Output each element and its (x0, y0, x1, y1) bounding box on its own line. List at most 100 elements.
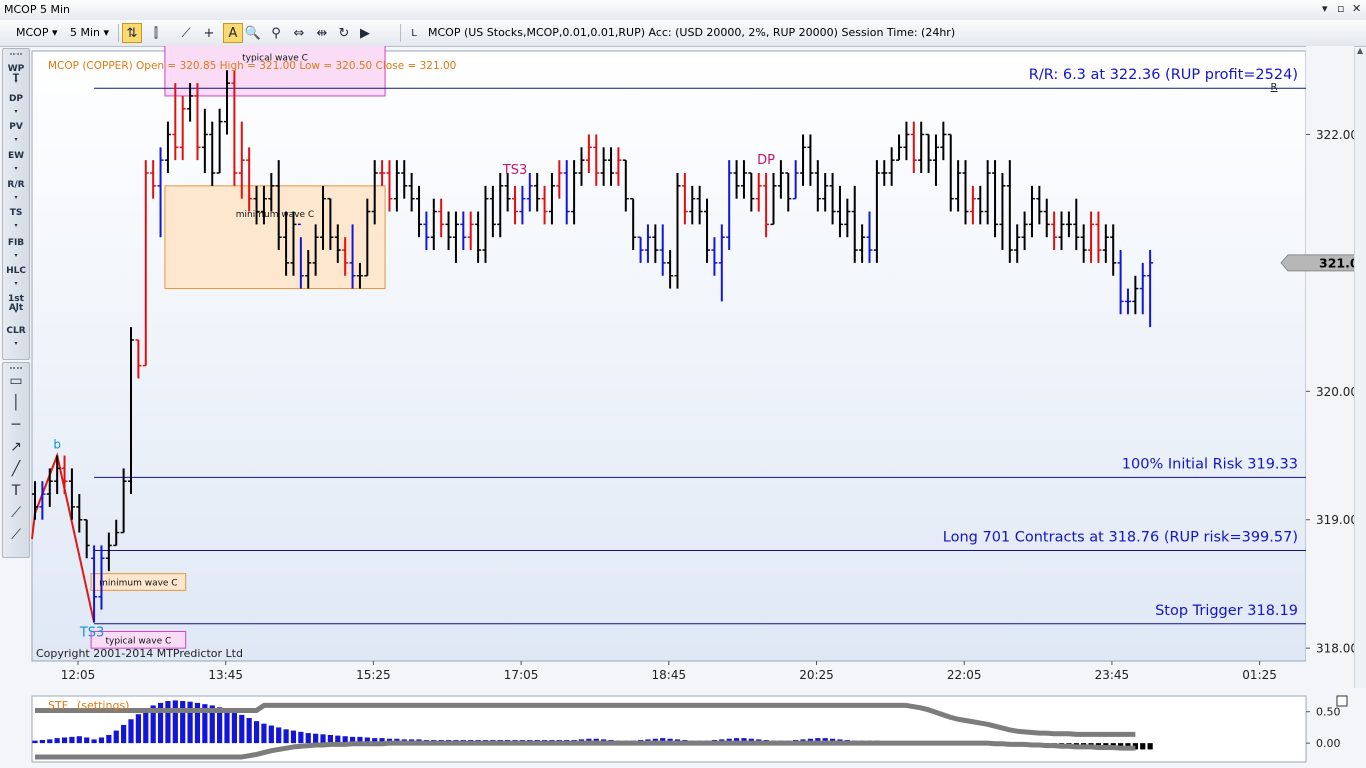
toolbar-separator (118, 24, 119, 42)
level-label: 100% Initial Risk 319.33 (1122, 456, 1298, 472)
stf-histogram-bar (187, 701, 193, 744)
line-draw-button[interactable]: ⟋ (176, 23, 196, 43)
x-tick-label: 18:45 (652, 668, 687, 682)
y-tick-label: 320.00 (1316, 385, 1354, 399)
stf-histogram-bar (84, 737, 90, 744)
layout-button[interactable]: L (404, 23, 424, 43)
bar-style-button[interactable]: ⫿ (146, 23, 166, 43)
stf-histogram-bar (54, 738, 60, 744)
chevron-down-icon: ▾ (51, 26, 58, 39)
stf-histogram-bar (253, 721, 260, 744)
symbol-select[interactable]: MCOP ▾ (12, 24, 62, 41)
zoom-out-icon: ⚲ (271, 25, 281, 41)
zoom-in-icon: 🔍 (244, 25, 262, 41)
dp-label: DP (757, 153, 775, 168)
x-tick-label: 15:25 (356, 668, 391, 682)
stf-histogram-bar (76, 736, 82, 744)
stf-histogram-bar (91, 739, 97, 744)
y-tick-label: 319.00 (1316, 513, 1354, 527)
last-price-label: 321.00 (1319, 255, 1354, 270)
x-tick-label: 01:25 (1242, 668, 1277, 682)
close-icon[interactable]: ✕ (1352, 2, 1361, 15)
stf-histogram-bar (276, 727, 282, 744)
window-title: MCOP 5 Min (4, 3, 70, 16)
stf-histogram-bar (106, 734, 112, 744)
x-tick-label: 17:05 (504, 668, 539, 682)
stf-histogram-bar (113, 730, 119, 744)
cursor-tool-icon: ⇅ (126, 25, 138, 41)
auto-scale-button[interactable]: A (223, 23, 243, 43)
stf-histogram-bar (239, 714, 245, 744)
stf-histogram-bar (224, 709, 230, 744)
level-label: Stop Trigger 318.19 (1155, 603, 1298, 619)
plot-background (31, 50, 1307, 662)
crosshair-icon: + (203, 25, 215, 41)
cursor-tool-button[interactable]: ⇅ (122, 23, 142, 43)
toolbar-separator (400, 24, 401, 42)
stf-histogram-bar (98, 737, 105, 744)
layout-icon: L (411, 27, 417, 39)
interval-select-value: 5 Min (70, 26, 101, 39)
zoom-out-button[interactable]: ⚲ (266, 23, 286, 43)
stf-histogram-bar (320, 734, 326, 744)
swing-label-b: b (53, 438, 61, 452)
chevron-down-icon: ▾ (103, 26, 110, 39)
interval-select[interactable]: 5 Min ▾ (66, 24, 113, 41)
play-button[interactable]: ▶ (355, 23, 375, 43)
line-draw-icon: ⟋ (181, 25, 191, 41)
symbol-select-value: MCOP (16, 26, 49, 39)
scroll-up-icon[interactable]: ▲ (1357, 46, 1363, 55)
expand-icon: ⇔ (293, 25, 305, 41)
expand-button[interactable]: ⇔ (289, 23, 309, 43)
stf-histogram-bar (172, 700, 178, 744)
stf-indicator-panel[interactable]: STF (settings) 0.50 0.00 (0, 690, 1354, 768)
stf-histogram-bar (313, 733, 319, 744)
refresh-button[interactable]: ↻ (334, 23, 354, 43)
minimize-icon[interactable]: ▾ (1322, 2, 1328, 15)
auto-scale-icon: A (228, 25, 238, 41)
main-toolbar: MCOP ▾ 5 Min ▾ ⇅ ⫿ ⟋ + A 🔍 ⚲ ⇔ ⇹ ↻ ▶ L MCOP (US Sto… (0, 20, 1366, 47)
wave-target-label: typical wave C (105, 636, 171, 646)
ts3-high-label: TS3 (502, 163, 527, 178)
wave-target-label: minimum wave C (236, 210, 314, 220)
symbol-info: MCOP (US Stocks,MCOP,0.01,0.01,RUP) Acc:… (428, 26, 956, 39)
stf-histogram-bar (165, 701, 171, 744)
stf-histogram-bar (47, 739, 53, 744)
r-marker-label: R (1271, 82, 1278, 93)
restore-icon[interactable]: ▫ (1337, 2, 1344, 15)
window-titlebar: MCOP 5 Min ▾ ▫ ✕ (0, 0, 1366, 21)
x-tick-label: 23:45 (1095, 668, 1130, 682)
compress-button[interactable]: ⇹ (312, 23, 332, 43)
vertical-scrollbar[interactable]: ▲ (1354, 46, 1366, 688)
stf-label: STF (48, 699, 68, 712)
stf-histogram-bar (1140, 743, 1146, 750)
zoom-in-button[interactable]: 🔍 (243, 23, 263, 43)
price-axis (1306, 46, 1354, 688)
stf-maximize-icon[interactable] (1336, 695, 1348, 707)
crosshair-button[interactable]: + (199, 23, 219, 43)
price-chart[interactable]: typical wave C minimum wave C minimum wave… (0, 46, 1354, 688)
stf-y-tick-label: 0.50 (1316, 706, 1341, 719)
stf-histogram-bar (39, 740, 45, 744)
wave-target-label: minimum wave C (99, 579, 177, 589)
stf-histogram-bar (32, 740, 38, 744)
stf-settings-link[interactable]: (settings) (77, 699, 129, 712)
level-label: R/R: 6.3 at 322.36 (RUP profit=2524) (1029, 67, 1298, 83)
ohlc-header: MCOP (COPPER) Open = 320.85 High = 321.0… (48, 60, 456, 72)
compress-icon: ⇹ (316, 25, 328, 41)
x-tick-label: 12:05 (61, 668, 96, 682)
y-tick-label: 322.00 (1316, 128, 1354, 142)
stf-histogram-bar (121, 724, 127, 744)
stf-histogram-bar (246, 718, 252, 744)
stf-histogram-bar (69, 736, 75, 744)
copyright-text: Copyright 2001-2014 MTPredictor Ltd (36, 647, 243, 660)
stf-histogram-bar (180, 701, 186, 744)
y-tick-label: 318.00 (1316, 642, 1354, 656)
x-tick-label: 22:05 (947, 668, 982, 682)
refresh-icon: ↻ (338, 25, 350, 41)
play-icon: ▶ (360, 25, 370, 41)
ts3-low-label: TS3 (79, 625, 104, 640)
stf-histogram-bar (128, 719, 134, 744)
bar-style-icon: ⫿ (153, 25, 159, 41)
stf-y-tick-label: 0.00 (1316, 737, 1341, 750)
